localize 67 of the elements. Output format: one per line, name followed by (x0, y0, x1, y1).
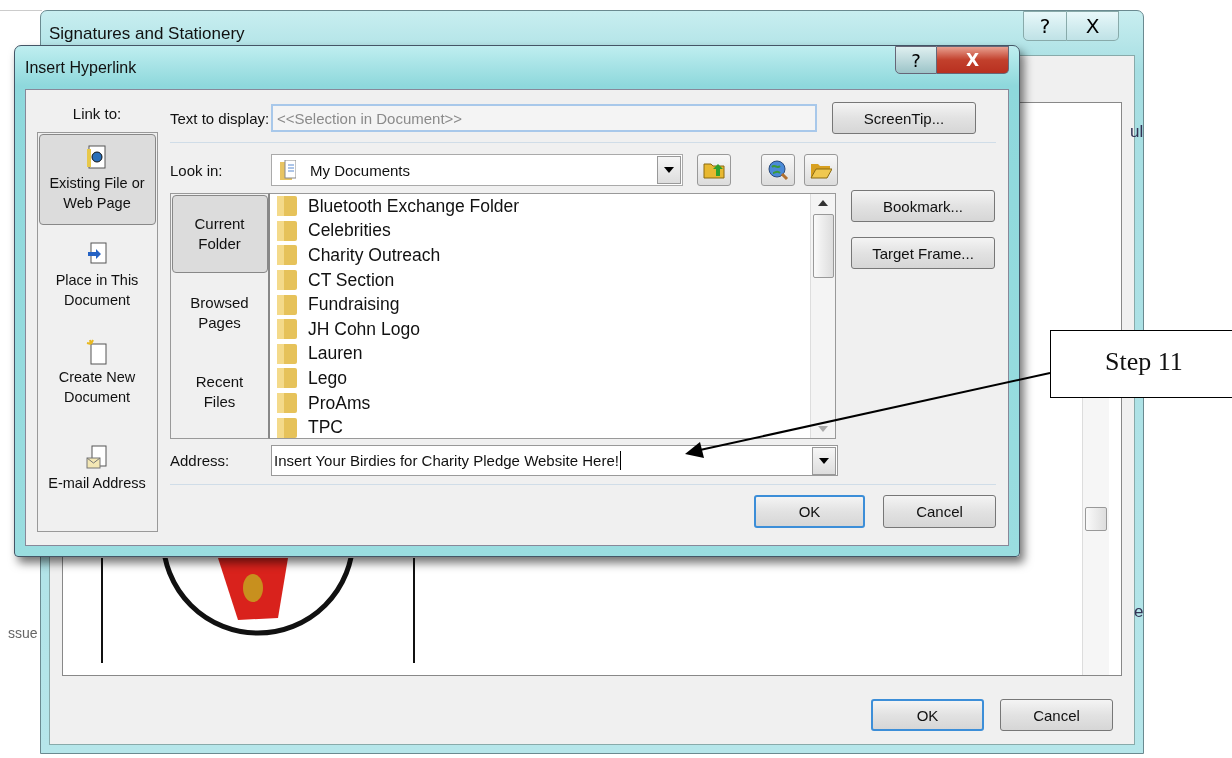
caret-icon (664, 167, 674, 173)
caret-icon (819, 457, 829, 464)
partial-text: ssue (8, 625, 38, 641)
look-in-label: Look in: (170, 161, 224, 179)
folder-icon (276, 294, 298, 315)
folder-icon (276, 245, 298, 266)
scroll-down-icon (818, 426, 828, 432)
globe-search-icon (767, 159, 789, 181)
document-envelope-icon (86, 445, 108, 472)
dialog-button[interactable]: Bookmark... (851, 190, 995, 222)
link-target-item[interactable]: Create New Document (38, 327, 156, 419)
folder-icon (276, 220, 298, 241)
location-button[interactable]: Current Folder (171, 195, 268, 273)
link-target-item[interactable]: Place in This Document (38, 230, 156, 322)
look-in-dropdown[interactable]: My Documents (271, 154, 683, 186)
browse-web-button[interactable] (761, 154, 795, 186)
scrollbar[interactable] (1082, 397, 1109, 675)
up-folder-button[interactable] (697, 154, 731, 186)
folder-item[interactable]: ProAms (276, 390, 810, 416)
folder-icon (276, 319, 298, 340)
partial-text: e (1134, 602, 1144, 622)
folder-item[interactable]: Bluetooth Exchange Folder (276, 194, 810, 219)
document-globe-icon (86, 145, 108, 171)
new-document-icon (86, 338, 108, 365)
help-button[interactable]: ? (1023, 11, 1067, 41)
scroll-thumb[interactable] (812, 214, 834, 278)
folder-item[interactable]: Lauren (276, 341, 810, 367)
folder-icon (276, 417, 298, 438)
folder-icon (276, 368, 298, 389)
folder-item[interactable]: TPC (276, 415, 810, 438)
help-button[interactable]: ? (895, 46, 937, 74)
link-target-item[interactable]: Existing File or Web Page (38, 134, 156, 225)
link-target-item[interactable]: E-mail Address (38, 434, 156, 525)
address-field[interactable]: Insert Your Birdies for Charity Pledge Website Here! (271, 445, 838, 476)
browse-file-button[interactable] (804, 154, 838, 186)
link-to-label: Link to: (72, 105, 122, 122)
folder-icon (276, 393, 298, 414)
folder-icon (276, 343, 298, 364)
folder-item[interactable]: Charity Outreach (276, 243, 810, 268)
location-button[interactable]: Browsed Pages (171, 274, 268, 352)
screentip-button[interactable]: ScreenTip... (832, 102, 976, 134)
folder-icon (276, 196, 298, 217)
text-to-display-label: Text to display: (170, 109, 271, 127)
folder-up-arrow-icon (703, 161, 725, 179)
folder-item[interactable]: CT Section (276, 267, 810, 293)
folder-item[interactable]: JH Cohn Logo (276, 316, 810, 342)
location-button[interactable]: Recent Files (171, 353, 268, 431)
folder-icon (276, 270, 298, 291)
folder-item[interactable]: Celebrities (276, 218, 810, 244)
dialog-title: Insert Hyperlink (25, 59, 137, 77)
folder-document-icon (280, 160, 296, 180)
ok-button[interactable]: OK (871, 699, 984, 731)
ok-button[interactable]: OK (754, 495, 865, 528)
callout-box: Step 11 (1050, 330, 1232, 398)
close-button[interactable]: X (937, 46, 1009, 74)
window-title: Signatures and Stationery (49, 24, 245, 44)
close-button[interactable]: X (1067, 11, 1119, 41)
cancel-button[interactable]: Cancel (1000, 699, 1113, 731)
address-label: Address: (170, 452, 231, 469)
open-folder-icon (810, 161, 832, 179)
folder-item[interactable]: Lego (276, 366, 810, 391)
scroll-up-icon (818, 200, 828, 206)
partial-text: ul (1130, 122, 1144, 142)
scrollbar[interactable] (810, 194, 835, 438)
cancel-button[interactable]: Cancel (883, 495, 996, 528)
dialog-button[interactable]: Target Frame... (851, 237, 995, 269)
folder-item[interactable]: Fundraising (276, 292, 810, 317)
